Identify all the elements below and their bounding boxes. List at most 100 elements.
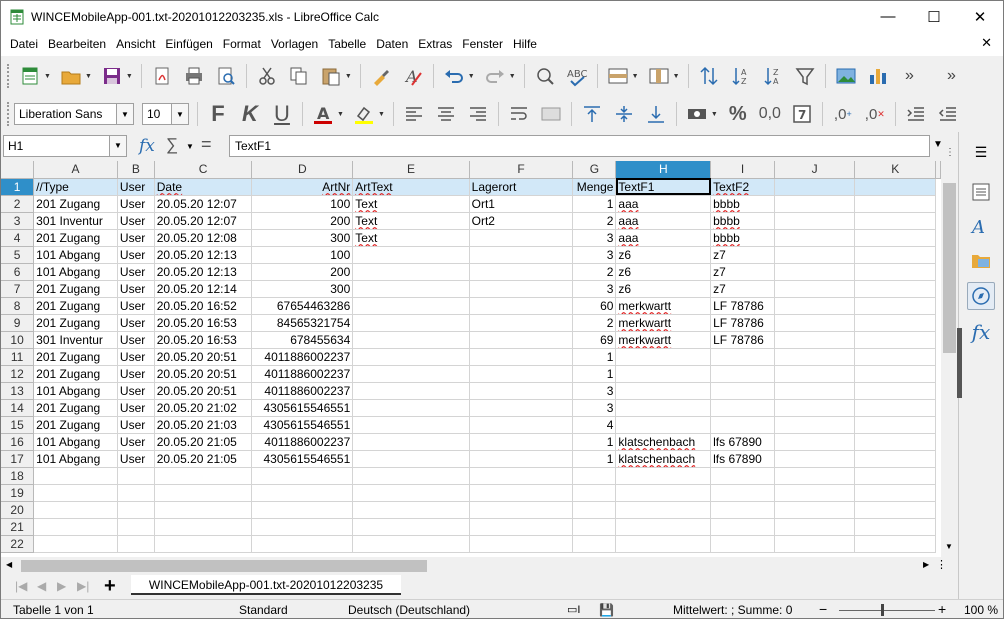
undo-dropdown-arrow[interactable]: ▼ (468, 73, 475, 80)
column-icon[interactable] (645, 62, 673, 90)
vertical-scroll-thumb[interactable] (943, 183, 956, 353)
function-wizard-icon[interactable]: fx (139, 136, 155, 156)
grid-cell[interactable]: z6 (615, 246, 712, 264)
cut-icon[interactable] (253, 62, 281, 90)
close-button[interactable]: ✕ (957, 1, 1003, 32)
open-dropdown-arrow[interactable]: ▼ (85, 73, 92, 80)
horizontal-scrollbar[interactable]: ◀ ▶ ⋮ (1, 557, 958, 575)
grid-cell[interactable]: //Type (33, 178, 118, 196)
grid-cell[interactable] (854, 280, 936, 298)
column-header-a[interactable]: A (33, 161, 118, 179)
grid-cell[interactable]: 20.05.20 16:52 (154, 297, 253, 315)
grid-cell[interactable]: 67654463286 (251, 297, 354, 315)
grid-cell[interactable] (33, 484, 118, 502)
grid-cell[interactable] (710, 382, 775, 400)
grid-cell[interactable]: 20.05.20 12:08 (154, 229, 253, 247)
row-header[interactable]: 8 (1, 297, 35, 315)
grid-cell[interactable]: z6 (615, 263, 712, 281)
grid-cell[interactable]: 201 Zugang (33, 416, 118, 434)
grid-cell[interactable]: 20.05.20 12:13 (154, 246, 253, 264)
grid-cell[interactable] (710, 467, 775, 485)
grid-cell[interactable]: User (117, 195, 155, 213)
grid-cell[interactable] (774, 433, 856, 451)
grid-cell[interactable] (469, 280, 574, 298)
row-header[interactable]: 2 (1, 195, 35, 213)
column-header-f[interactable]: F (469, 161, 574, 179)
grid-cell[interactable] (352, 382, 470, 400)
grid-cell[interactable]: 201 Zugang (33, 229, 118, 247)
scroll-left-arrow[interactable]: ◀ (6, 560, 12, 569)
grid-cell[interactable] (352, 433, 470, 451)
grid-cell[interactable]: 301 Inventur (33, 331, 118, 349)
zoom-slider-knob[interactable] (881, 604, 884, 616)
grid-cell[interactable] (854, 331, 936, 349)
menu-extras[interactable]: Extras (413, 37, 457, 51)
increase-indent-icon[interactable] (902, 100, 930, 128)
grid-cell[interactable] (572, 518, 617, 536)
grid-cell[interactable]: 4305615546551 (251, 450, 354, 468)
export-pdf-icon[interactable] (148, 62, 176, 90)
grid-cell[interactable] (33, 501, 118, 519)
grid-cell[interactable] (33, 467, 118, 485)
row-header[interactable]: 19 (1, 484, 35, 502)
grid-cell[interactable]: 20.05.20 20:51 (154, 348, 253, 366)
currency-format-icon[interactable] (683, 100, 711, 128)
grid-cell[interactable]: 4011886002237 (251, 382, 354, 400)
grid-cell[interactable] (251, 535, 354, 553)
split-handle[interactable]: ⋮ (936, 558, 947, 571)
row-dropdown-arrow[interactable]: ▼ (632, 73, 639, 80)
grid-cell[interactable]: 4011886002237 (251, 348, 354, 366)
decrease-indent-icon[interactable] (934, 100, 962, 128)
grid-cell[interactable] (854, 229, 936, 247)
row-header[interactable]: 15 (1, 416, 35, 434)
grid-cell[interactable] (154, 467, 253, 485)
grid-cell[interactable] (710, 365, 775, 383)
grid-cell[interactable]: Lagerort (469, 178, 574, 196)
grid-cell[interactable]: 20.05.20 16:53 (154, 331, 253, 349)
grid-cell[interactable]: User (117, 348, 155, 366)
grid-cell[interactable]: 300 (251, 229, 354, 247)
grid-cell[interactable] (352, 484, 470, 502)
last-sheet-icon[interactable]: ▶| (77, 579, 89, 593)
row-header[interactable]: 10 (1, 331, 35, 349)
grid-cell[interactable]: TextF2 (710, 178, 775, 196)
clear-formatting-icon[interactable]: A (399, 62, 427, 90)
grid-cell[interactable]: bbbb (710, 229, 775, 247)
grid-cell[interactable] (572, 484, 617, 502)
menu-daten[interactable]: Daten (371, 37, 413, 51)
currency-dropdown-arrow[interactable]: ▼ (711, 111, 718, 118)
grid-cell[interactable] (774, 246, 856, 264)
grid-cell[interactable]: 1 (572, 450, 617, 468)
grid-cell[interactable] (710, 416, 775, 434)
align-top-icon[interactable] (578, 100, 606, 128)
grid-cell[interactable]: Ort1 (469, 195, 574, 213)
grid-cell[interactable] (615, 518, 712, 536)
functions-icon[interactable]: fx (967, 318, 995, 346)
grid-cell[interactable] (854, 212, 936, 230)
grid-cell[interactable] (854, 382, 936, 400)
grid-cell[interactable] (352, 501, 470, 519)
grid-cell[interactable] (154, 535, 253, 553)
menu-hilfe[interactable]: Hilfe (508, 37, 542, 51)
menu-einfuegen[interactable]: Einfügen (160, 37, 217, 51)
insert-chart-icon[interactable] (864, 62, 892, 90)
grid-cell[interactable] (251, 501, 354, 519)
grid-cell[interactable]: User (117, 433, 155, 451)
formula-icon[interactable]: = (201, 134, 212, 155)
grid-cell[interactable] (854, 501, 936, 519)
row-header[interactable]: 17 (1, 450, 35, 468)
grid-cell[interactable] (469, 297, 574, 315)
grid-cell[interactable]: merkwartt (615, 314, 712, 332)
underline-icon[interactable]: U (268, 100, 296, 128)
more-tools-icon[interactable]: » (896, 62, 924, 90)
toolbar-grip[interactable] (7, 64, 11, 88)
merge-cells-icon[interactable] (537, 100, 565, 128)
grid-cell[interactable] (469, 331, 574, 349)
maximize-button[interactable]: ☐ (911, 1, 957, 32)
redo-icon[interactable] (481, 62, 509, 90)
font-color-icon[interactable]: A (309, 100, 337, 128)
grid-cell[interactable]: 200 (251, 212, 354, 230)
bold-icon[interactable]: F (204, 100, 232, 128)
align-center-icon[interactable] (432, 100, 460, 128)
grid-cell[interactable] (774, 331, 856, 349)
